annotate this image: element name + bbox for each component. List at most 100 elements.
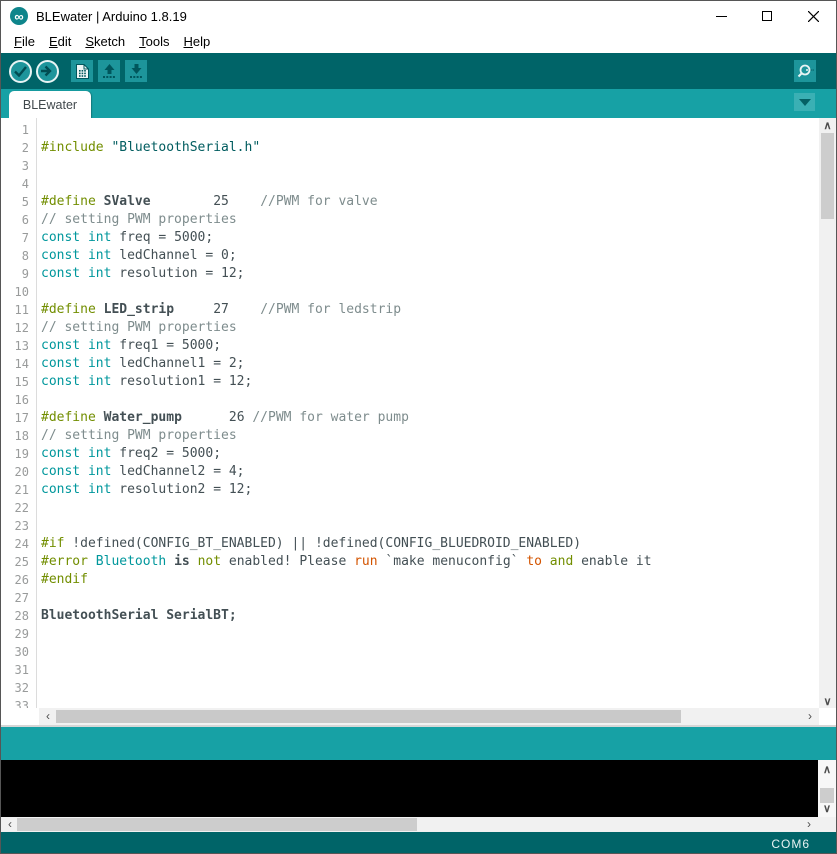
code-line: const int resolution1 = 12; bbox=[41, 374, 253, 389]
code-line: #include "BluetoothSerial.h" bbox=[41, 140, 261, 155]
editor-horizontal-scrollbar[interactable]: ‹ › bbox=[1, 708, 836, 725]
scroll-right-icon[interactable]: › bbox=[802, 817, 816, 832]
code-line: const int freq = 5000; bbox=[41, 230, 214, 245]
minimize-button[interactable] bbox=[698, 1, 744, 31]
console-horizontal-scrollbar[interactable]: ‹ › bbox=[1, 817, 836, 832]
code-line: #error Bluetooth is not enabled! Please … bbox=[41, 554, 652, 569]
line-number: 15 bbox=[14, 375, 29, 389]
code-line: // setting PWM properties bbox=[41, 212, 237, 227]
scroll-right-icon[interactable]: › bbox=[803, 709, 817, 724]
tab-blewater[interactable]: BLEwater bbox=[9, 91, 91, 118]
code-line: const int resolution2 = 12; bbox=[41, 482, 253, 497]
scroll-up-icon[interactable]: ∧ bbox=[819, 118, 836, 132]
open-sketch-button[interactable] bbox=[98, 60, 120, 82]
line-number: 33 bbox=[14, 699, 29, 708]
line-number: 26 bbox=[14, 573, 29, 587]
scroll-left-icon[interactable]: ‹ bbox=[3, 817, 17, 832]
code-editor[interactable]: 1 2 3 4 5 6 7 8 9 10 11 12 13 14 15 16 17 18 19 20 21 22 23 24 2… bbox=[1, 118, 836, 708]
code-area[interactable]: #include "BluetoothSerial.h" #define SVal… bbox=[37, 118, 819, 708]
line-number: 8 bbox=[21, 249, 29, 263]
maximize-button[interactable] bbox=[744, 1, 790, 31]
menu-item-edit[interactable]: Edit bbox=[42, 32, 78, 52]
code-line: const int ledChannel2 = 4; bbox=[41, 464, 245, 479]
title-bar: ∞ BLEwater | Arduino 1.8.19 bbox=[1, 1, 836, 31]
line-number: 3 bbox=[21, 159, 29, 173]
line-number: 23 bbox=[14, 519, 29, 533]
menu-item-sketch[interactable]: Sketch bbox=[78, 32, 132, 52]
code-line: const int ledChannel1 = 2; bbox=[41, 356, 245, 371]
upload-button[interactable] bbox=[36, 59, 59, 83]
line-number: 21 bbox=[14, 483, 29, 497]
arduino-logo-icon: ∞ bbox=[10, 7, 28, 25]
minimize-icon bbox=[715, 15, 727, 17]
scrollbar-thumb[interactable] bbox=[821, 133, 834, 219]
toolbar bbox=[1, 53, 836, 89]
serial-monitor-button[interactable] bbox=[794, 60, 816, 82]
line-number: 2 bbox=[21, 141, 29, 155]
line-number: 22 bbox=[14, 501, 29, 515]
console-output bbox=[1, 760, 818, 817]
line-number: 28 bbox=[14, 609, 29, 623]
arduino-ide-window: ∞ BLEwater | Arduino 1.8.19 File Edit Sket… bbox=[0, 0, 837, 854]
line-number: 19 bbox=[14, 447, 29, 461]
document-icon bbox=[75, 63, 89, 79]
scroll-up-icon[interactable]: ∧ bbox=[818, 762, 836, 776]
tab-menu-button[interactable] bbox=[794, 93, 815, 111]
line-number: 4 bbox=[21, 177, 29, 191]
right-arrow-icon bbox=[41, 65, 52, 77]
tab-label: BLEwater bbox=[22, 97, 78, 112]
scrollbar-thumb[interactable] bbox=[17, 818, 417, 831]
menu-item-help[interactable]: Help bbox=[176, 32, 217, 52]
line-number: 11 bbox=[14, 303, 29, 317]
console-vertical-scrollbar[interactable]: ∧ ∨ bbox=[818, 760, 836, 817]
editor-vertical-scrollbar[interactable]: ∧ ∨ bbox=[819, 118, 836, 708]
scroll-left-icon[interactable]: ‹ bbox=[41, 709, 55, 724]
new-sketch-button[interactable] bbox=[71, 60, 93, 82]
verify-button[interactable] bbox=[9, 59, 32, 83]
code-line: BluetoothSerial SerialBT; bbox=[41, 608, 237, 623]
scroll-down-icon[interactable]: ∨ bbox=[818, 801, 836, 815]
close-button[interactable] bbox=[790, 1, 836, 31]
code-line: #define SValve 25 //PWM for valve bbox=[41, 194, 378, 209]
code-line: #endif bbox=[41, 572, 88, 587]
save-sketch-button[interactable] bbox=[125, 60, 147, 82]
window-title: BLEwater | Arduino 1.8.19 bbox=[36, 8, 187, 24]
line-number: 1 bbox=[21, 123, 29, 137]
magnifier-icon bbox=[797, 64, 814, 78]
code-line: #if !defined(CONFIG_BT_ENABLED) || !defi… bbox=[41, 536, 582, 551]
line-number-gutter: 1 2 3 4 5 6 7 8 9 10 11 12 13 14 15 16 17 18 19 20 21 22 23 24 2… bbox=[1, 118, 37, 708]
line-number: 14 bbox=[14, 357, 29, 371]
code-line: const int freq2 = 5000; bbox=[41, 446, 222, 461]
code-line: const int ledChannel = 0; bbox=[41, 248, 237, 263]
line-number: 24 bbox=[14, 537, 29, 551]
line-number: 29 bbox=[14, 627, 29, 641]
menu-item-file[interactable]: File bbox=[7, 32, 42, 52]
line-number: 5 bbox=[21, 195, 29, 209]
maximize-icon bbox=[762, 11, 772, 21]
scroll-down-icon[interactable]: ∨ bbox=[819, 694, 836, 708]
code-line: #define Water_pump 26 //PWM for water pu… bbox=[41, 410, 409, 425]
line-number: 10 bbox=[14, 285, 29, 299]
line-number: 9 bbox=[21, 267, 29, 281]
close-icon bbox=[807, 10, 819, 22]
code-line: const int resolution = 12; bbox=[41, 266, 245, 281]
code-line: // setting PWM properties bbox=[41, 428, 237, 443]
line-number: 32 bbox=[14, 681, 29, 695]
scrollbar-thumb[interactable] bbox=[56, 710, 681, 723]
status-bar bbox=[1, 725, 836, 760]
line-number: 27 bbox=[14, 591, 29, 605]
line-number: 12 bbox=[14, 321, 29, 335]
down-triangle-icon bbox=[798, 98, 811, 106]
menu-item-tools[interactable]: Tools bbox=[132, 32, 176, 52]
